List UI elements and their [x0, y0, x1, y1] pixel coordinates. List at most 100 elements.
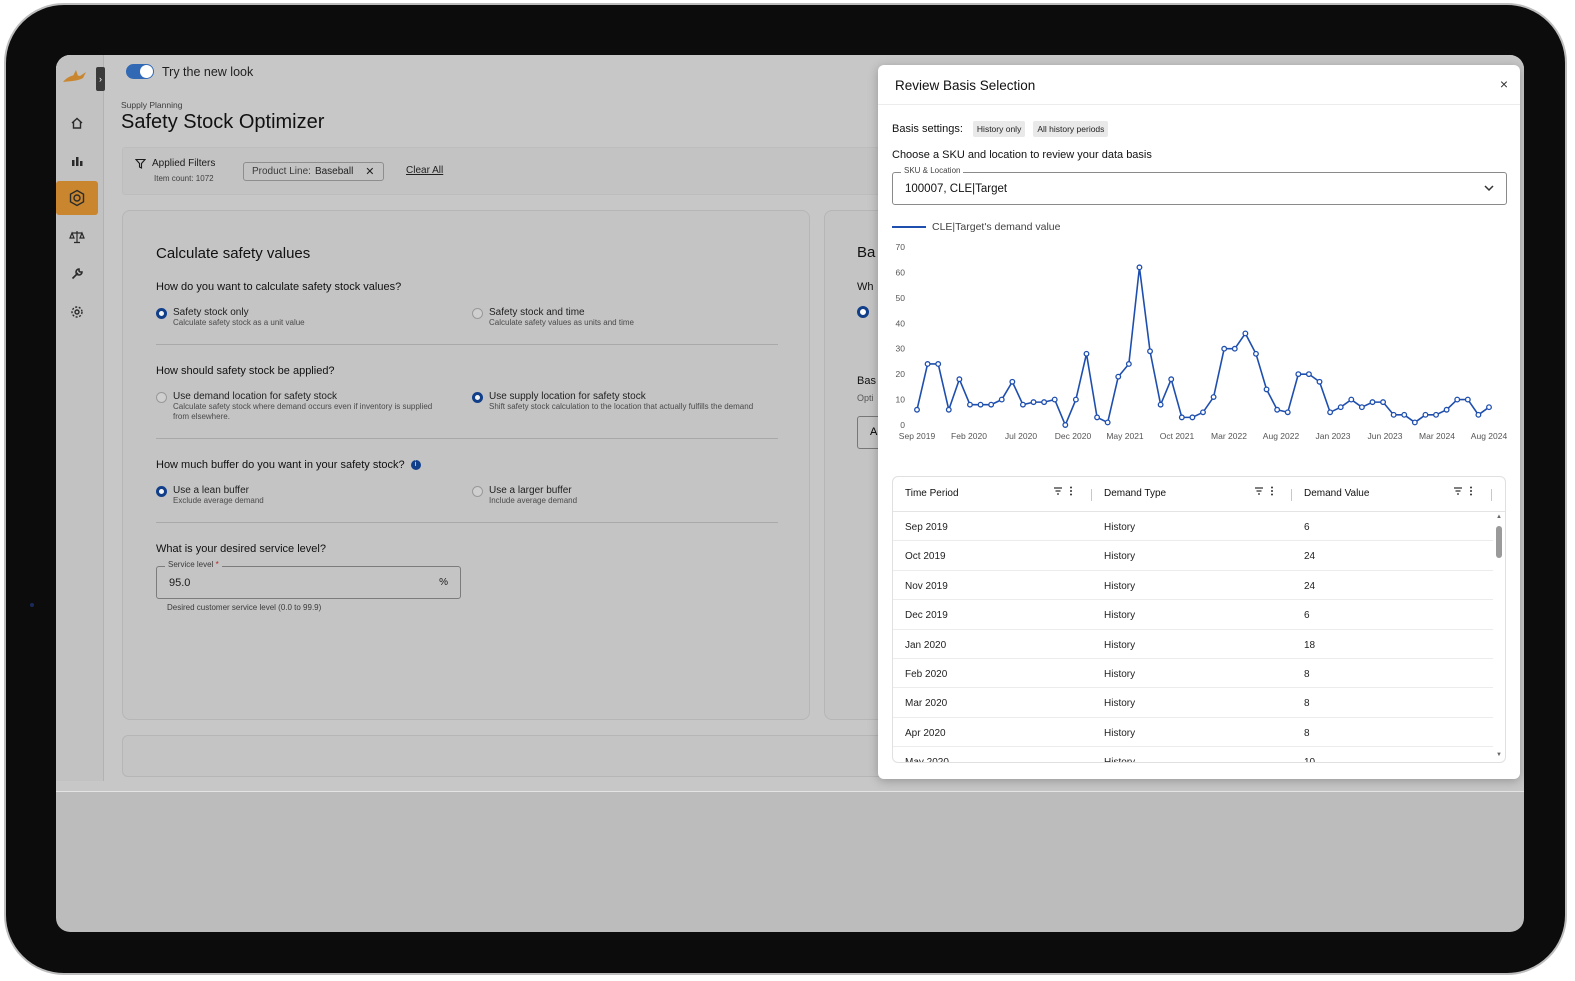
new-look-toggle[interactable]: [126, 64, 154, 79]
data-point[interactable]: [1422, 411, 1429, 418]
data-point[interactable]: [1411, 419, 1418, 426]
info-icon[interactable]: i: [410, 460, 421, 471]
radio-supply-location[interactable]: [472, 392, 483, 403]
radio-safety-stock-only[interactable]: [156, 308, 167, 319]
chevron-down-icon[interactable]: [1482, 181, 1496, 195]
remove-filter-icon[interactable]: ✕: [365, 165, 374, 178]
data-point[interactable]: [988, 401, 995, 408]
data-point[interactable]: [914, 406, 920, 413]
data-point[interactable]: [1305, 371, 1312, 378]
scale-icon[interactable]: [56, 220, 98, 254]
data-point[interactable]: [977, 401, 984, 408]
service-level-field[interactable]: Service level * 95.0 %: [156, 560, 461, 599]
home-icon[interactable]: [56, 106, 98, 140]
data-point[interactable]: [1147, 348, 1153, 355]
data-point[interactable]: [1380, 399, 1387, 406]
data-point[interactable]: [1083, 350, 1090, 357]
column-separator[interactable]: [1291, 489, 1292, 501]
column-separator[interactable]: [1491, 489, 1492, 501]
gear-icon[interactable]: [56, 295, 98, 329]
data-point[interactable]: [1316, 378, 1323, 385]
data-point[interactable]: [1178, 414, 1185, 421]
data-point[interactable]: [1115, 373, 1122, 380]
data-point[interactable]: [1274, 406, 1281, 413]
data-point[interactable]: [924, 361, 931, 367]
scroll-up-icon[interactable]: ▲: [1496, 514, 1502, 520]
more-vertical-icon[interactable]: [1469, 486, 1473, 496]
option-demand-location[interactable]: Use demand location for safety stock Calc…: [156, 391, 446, 422]
data-point[interactable]: [967, 401, 973, 408]
data-point[interactable]: [1337, 404, 1344, 411]
data-point[interactable]: [998, 396, 1005, 403]
data-point[interactable]: [1041, 399, 1048, 406]
data-point[interactable]: [1295, 371, 1302, 378]
scroll-down-icon[interactable]: ▼: [1496, 752, 1502, 758]
data-point[interactable]: [1401, 411, 1408, 418]
data-point[interactable]: [1253, 350, 1259, 357]
table-row[interactable]: Dec 2019 History 6: [893, 600, 1493, 630]
radio-larger-buffer[interactable]: [472, 486, 483, 497]
data-point[interactable]: [1433, 411, 1439, 418]
data-point[interactable]: [1443, 406, 1450, 413]
column-separator[interactable]: [1091, 489, 1092, 501]
clear-all-link[interactable]: Clear All: [406, 165, 443, 176]
basis-card-radio[interactable]: [857, 306, 869, 318]
data-point[interactable]: [1210, 394, 1217, 400]
data-point[interactable]: [1242, 330, 1249, 337]
table-row[interactable]: Nov 2019 History 24: [893, 571, 1493, 601]
scrollbar-thumb[interactable]: [1496, 526, 1502, 558]
breadcrumb[interactable]: Supply Planning: [121, 100, 182, 110]
table-row[interactable]: Sep 2019 History 6: [893, 512, 1493, 542]
table-row[interactable]: Oct 2019 History 24: [893, 541, 1493, 571]
wrench-icon[interactable]: [56, 257, 98, 291]
radio-demand-location[interactable]: [156, 392, 167, 403]
radio-lean-buffer[interactable]: [156, 486, 167, 497]
data-point[interactable]: [1464, 396, 1471, 403]
data-point[interactable]: [1327, 409, 1334, 416]
table-row[interactable]: Apr 2020 History 8: [893, 718, 1493, 748]
close-icon[interactable]: ×: [1500, 76, 1508, 92]
option-lean-buffer[interactable]: Use a lean buffer Exclude average demand: [156, 485, 264, 506]
data-point[interactable]: [1136, 264, 1143, 271]
filter-chip-product-line[interactable]: Product Line: Baseball ✕: [243, 162, 384, 181]
radio-safety-stock-and-time[interactable]: [472, 308, 483, 319]
table-row[interactable]: Jan 2020 History 18: [893, 630, 1493, 659]
table-scrollbar[interactable]: ▲ ▼: [1495, 514, 1503, 758]
data-point[interactable]: [1051, 396, 1058, 403]
data-point[interactable]: [1284, 409, 1291, 416]
data-point[interactable]: [1009, 378, 1016, 385]
data-point[interactable]: [1348, 396, 1355, 403]
data-point[interactable]: [1200, 409, 1206, 416]
data-point[interactable]: [956, 376, 963, 383]
more-vertical-icon[interactable]: [1069, 486, 1073, 496]
column-header-time-period[interactable]: Time Period: [905, 488, 959, 499]
table-row[interactable]: Mar 2020 History 8: [893, 688, 1493, 718]
data-point[interactable]: [1189, 414, 1196, 421]
table-row[interactable]: Feb 2020 History 8: [893, 659, 1493, 689]
collapse-rail-button[interactable]: ›: [96, 67, 105, 91]
filter-icon[interactable]: [1254, 486, 1264, 496]
table-row[interactable]: May 2020 History 10: [893, 747, 1493, 762]
data-point[interactable]: [1019, 401, 1026, 408]
data-point[interactable]: [1221, 345, 1228, 352]
column-header-demand-type[interactable]: Demand Type: [1104, 488, 1166, 499]
option-safety-stock-only[interactable]: Safety stock only Calculate safety stock …: [156, 307, 305, 328]
data-point[interactable]: [1454, 396, 1461, 403]
sku-location-select[interactable]: SKU & Location 100007, CLE|Target: [892, 166, 1507, 205]
data-point[interactable]: [1168, 376, 1175, 383]
data-point[interactable]: [1358, 404, 1365, 411]
data-point[interactable]: [1263, 386, 1270, 393]
column-header-demand-value[interactable]: Demand Value: [1304, 488, 1369, 499]
data-point[interactable]: [1231, 345, 1238, 352]
service-level-value[interactable]: 95.0: [169, 577, 190, 589]
data-point[interactable]: [1125, 361, 1132, 367]
option-larger-buffer[interactable]: Use a larger buffer Include average deman…: [472, 485, 577, 506]
option-safety-stock-and-time[interactable]: Safety stock and time Calculate safety va…: [472, 307, 634, 328]
data-point[interactable]: [1104, 419, 1111, 426]
chart-bar-icon[interactable]: [56, 144, 98, 178]
data-point[interactable]: [1062, 422, 1069, 428]
data-point[interactable]: [1486, 404, 1492, 411]
data-point[interactable]: [1157, 401, 1164, 408]
data-point[interactable]: [1390, 411, 1397, 418]
optimizer-icon[interactable]: [56, 181, 98, 215]
